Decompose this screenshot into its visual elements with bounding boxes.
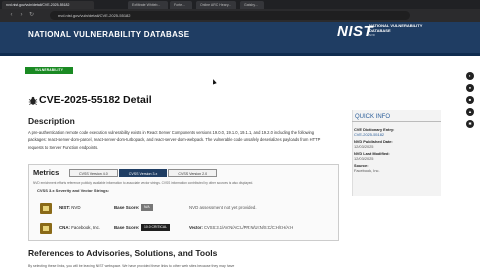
share-icon[interactable]: ◐ bbox=[466, 72, 474, 80]
qi-cve-link[interactable]: CVE-2025-55182 bbox=[354, 132, 440, 137]
references-heading: References to Advisories, Solutions, and… bbox=[28, 248, 218, 258]
base-score-label: Base Score: bbox=[114, 205, 140, 210]
page-title: CVE-2025-55182 Detail bbox=[39, 94, 152, 106]
chat-icon[interactable]: ● bbox=[466, 84, 474, 92]
forward-icon[interactable]: › bbox=[18, 12, 25, 19]
cvss-row-cna: CNA: Facebook, Inc. Base Score: 10.0 CRI… bbox=[37, 220, 333, 240]
score-badge[interactable]: 10.0 CRITICAL bbox=[141, 224, 170, 231]
description-text: A pre-authentication remote code executi… bbox=[28, 130, 321, 150]
source-name: NIST: NVD bbox=[59, 205, 81, 210]
nist-source-icon bbox=[40, 203, 52, 214]
quick-info-title: QUICK INFO bbox=[352, 113, 441, 122]
bug-icon bbox=[28, 96, 38, 105]
tab-cvss-3[interactable]: CVSS Version 3.x bbox=[118, 169, 168, 177]
browser-tab[interactable]: Online ARC Heary... bbox=[196, 1, 236, 9]
cvss-row-nist: NIST: NVD Base Score: N/A NVD assessment… bbox=[37, 200, 333, 220]
cna-source-icon bbox=[40, 223, 52, 234]
vector-string: Vector: CVSS:3.1/AV:N/AC:L/PR:N/UI:N/S:C… bbox=[189, 225, 293, 230]
assessment-note: NVD assessment not yet provided. bbox=[189, 205, 257, 210]
browser-tab[interactable]: Gatsby... bbox=[240, 1, 264, 9]
nist-logo-subtitle: NATIONAL VULNERABILITY DATABASE NVD bbox=[369, 23, 429, 38]
site-title[interactable]: NATIONAL VULNERABILITY DATABASE bbox=[28, 30, 189, 40]
qi-value: Facebook, Inc. bbox=[354, 168, 380, 173]
source-value: NVD bbox=[71, 205, 81, 210]
qi-value: 12/03/2025 bbox=[354, 156, 374, 161]
base-score-label: Base Score: bbox=[114, 225, 140, 230]
site-header: NATIONAL VULNERABILITY DATABASE NIST NAT… bbox=[0, 22, 480, 56]
cvss-tabs: CVSS Version 4.0 CVSS Version 3.x CVSS V… bbox=[69, 169, 218, 177]
source-label: CNA: bbox=[59, 225, 70, 230]
browser-tab-strip: nvd.nist.gov/vuln/detail/CVE-2025-55182 … bbox=[0, 0, 480, 9]
nist-logo[interactable]: NIST bbox=[337, 22, 373, 42]
mouse-cursor-icon bbox=[211, 78, 217, 85]
reload-icon[interactable]: ↻ bbox=[28, 12, 35, 19]
score-badge: N/A bbox=[141, 204, 153, 211]
browser-tab[interactable]: Exfiltrate Whiteb... bbox=[128, 1, 168, 9]
metrics-heading: Metrics bbox=[33, 168, 60, 177]
tab-cvss-4[interactable]: CVSS Version 4.0 bbox=[69, 169, 118, 177]
browser-toolbar: ‹ › ↻ nvd.nist.gov/vuln/detail/CVE-2025-… bbox=[0, 9, 480, 22]
source-name: CNA: Facebook, Inc. bbox=[59, 225, 100, 230]
source-label: NIST: bbox=[59, 205, 70, 210]
vector-label: Vector: bbox=[189, 225, 203, 230]
browser-tab[interactable]: Forte... bbox=[170, 1, 192, 9]
browser-tab-nvd[interactable]: nvd.nist.gov/vuln/detail/CVE-2025-55182 bbox=[2, 1, 94, 9]
logo-sub-line: NVD bbox=[369, 33, 375, 38]
description-heading: Description bbox=[28, 116, 75, 126]
references-note: By selecting these links, you will be le… bbox=[28, 264, 235, 268]
severity-heading: CVSS 3.x Severity and Vector Strings: bbox=[37, 188, 110, 193]
settings-icon[interactable]: ✱ bbox=[466, 120, 474, 128]
quick-info-body: CVE Dictionary Entry: CVE-2025-55182 NVD… bbox=[354, 127, 440, 175]
tab-cvss-2[interactable]: CVSS Version 2.0 bbox=[168, 169, 218, 177]
back-icon[interactable]: ‹ bbox=[8, 12, 15, 19]
address-bar[interactable]: nvd.nist.gov/vuln/detail/CVE-2025-55182 bbox=[50, 11, 410, 20]
vector-value[interactable]: CVSS:3.1/AV:N/AC:L/PR:N/UI:N/S:C/C:H/I:H… bbox=[204, 225, 293, 230]
metrics-note: NVD enrichment efforts reference publicl… bbox=[33, 181, 254, 185]
source-value: Facebook, Inc. bbox=[71, 225, 101, 230]
status-badge: VULNERABILITY bbox=[25, 67, 73, 74]
print-icon[interactable]: ▲ bbox=[466, 108, 474, 116]
bookmark-icon[interactable]: ■ bbox=[466, 96, 474, 104]
qi-value: 12/03/2025 bbox=[354, 144, 374, 149]
